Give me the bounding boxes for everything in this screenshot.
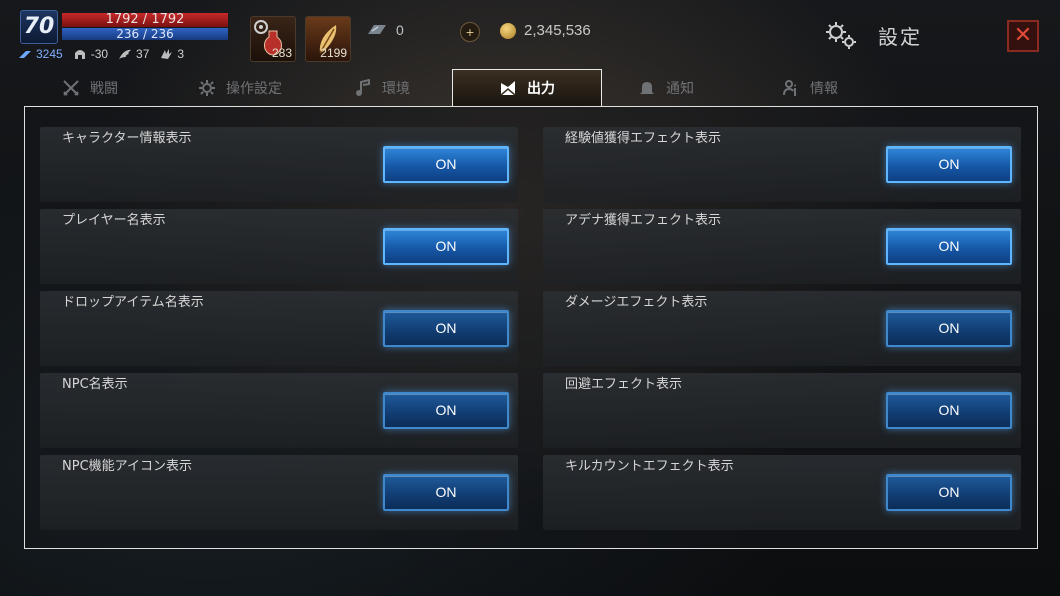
setting-label: アデナ獲得エフェクト表示	[565, 213, 722, 228]
potion-slot[interactable]: 283	[250, 16, 296, 62]
stat-speed: 3245	[18, 47, 63, 61]
setting-label: 経験値獲得エフェクト表示	[565, 131, 722, 146]
wing-icon	[119, 49, 132, 59]
gem-currency: 0	[366, 22, 404, 38]
toggle-evade-effect[interactable]: ON	[886, 392, 1012, 429]
setting-label: NPC機能アイコン表示	[62, 459, 192, 474]
setting-row: プレイヤー名表示 ON	[40, 209, 518, 284]
gem-count: 0	[396, 22, 404, 38]
music-note-icon	[356, 79, 370, 96]
top-hud: 70 1792 / 1792 236 / 236 3245 -30 37 3 2…	[0, 0, 1060, 70]
toggle-npc-name[interactable]: ON	[383, 392, 509, 429]
gem-icon	[368, 25, 386, 34]
setting-row: NPC名表示 ON	[40, 373, 518, 448]
setting-label: ドロップアイテム名表示	[62, 295, 204, 310]
close-button[interactable]: ✕	[1007, 20, 1039, 52]
setting-row: NPC機能アイコン表示 ON	[40, 455, 518, 530]
feather-count: 2199	[320, 46, 347, 60]
tab-combat[interactable]: 戦闘	[62, 70, 118, 106]
toggle-player-name[interactable]: ON	[383, 228, 509, 265]
feather-slot[interactable]: 2199	[305, 16, 351, 62]
toggle-damage-effect[interactable]: ON	[886, 310, 1012, 347]
level-badge: 70	[20, 10, 58, 44]
tab-info[interactable]: 情報	[782, 70, 838, 106]
settings-column-left: キャラクター情報表示 ON プレイヤー名表示 ON ドロップアイテム名表示 ON…	[40, 127, 518, 537]
toggle-kill-count-effect[interactable]: ON	[886, 474, 1012, 511]
setting-label: プレイヤー名表示	[62, 213, 166, 228]
bell-icon	[640, 82, 654, 94]
setting-label: キャラクター情報表示	[62, 131, 192, 146]
hp-bar: 1792 / 1792	[62, 13, 228, 27]
toggle-character-info[interactable]: ON	[383, 146, 509, 183]
gold-currency: 2,345,536	[500, 22, 591, 39]
setting-row: 回避エフェクト表示 ON	[543, 373, 1021, 448]
output-settings-panel: キャラクター情報表示 ON プレイヤー名表示 ON ドロップアイテム名表示 ON…	[24, 106, 1038, 549]
setting-row: ドロップアイテム名表示 ON	[40, 291, 518, 366]
setting-label: NPC名表示	[62, 377, 128, 392]
stat-row: 3245 -30 37 3	[18, 47, 184, 61]
settings-tabs: 戦闘 操作設定 環境 出力 通知 情報	[24, 69, 1038, 106]
setting-label: 回避エフェクト表示	[565, 377, 683, 392]
setting-row: 経験値獲得エフェクト表示 ON	[543, 127, 1021, 202]
gear-icon	[199, 80, 215, 96]
add-currency-button[interactable]: +	[460, 22, 480, 42]
toggle-drop-item-name[interactable]: ON	[383, 310, 509, 347]
toggle-exp-effect[interactable]: ON	[886, 146, 1012, 183]
speed-icon	[19, 51, 31, 58]
toggle-adena-effect[interactable]: ON	[886, 228, 1012, 265]
tab-output[interactable]: 出力	[452, 69, 602, 106]
setting-row: ダメージエフェクト表示 ON	[543, 291, 1021, 366]
tab-controls[interactable]: 操作設定	[198, 70, 282, 106]
coin-icon	[500, 22, 516, 39]
stat-claw: 3	[159, 47, 184, 61]
stat-wing: 37	[118, 47, 149, 61]
swords-icon	[63, 80, 79, 96]
stat-defense: -30	[73, 47, 108, 61]
tab-environment[interactable]: 環境	[354, 70, 410, 106]
gold-amount: 2,345,536	[524, 22, 591, 39]
page-title: 設定	[878, 24, 922, 49]
setting-label: ダメージエフェクト表示	[565, 295, 708, 310]
settings-column-right: 経験値獲得エフェクト表示 ON アデナ獲得エフェクト表示 ON ダメージエフェク…	[543, 127, 1021, 537]
claw-icon	[161, 49, 173, 59]
setting-row: キャラクター情報表示 ON	[40, 127, 518, 202]
toggle-npc-function-icon[interactable]: ON	[383, 474, 509, 511]
gear-icon	[826, 22, 856, 49]
output-icon	[500, 81, 516, 96]
tab-notifications[interactable]: 通知	[638, 70, 694, 106]
potion-count: 283	[271, 46, 292, 60]
setting-label: キルカウントエフェクト表示	[565, 459, 734, 474]
helmet-icon	[74, 50, 85, 59]
settings-title: 設定	[824, 20, 922, 50]
setting-row: キルカウントエフェクト表示 ON	[543, 455, 1021, 530]
user-info-icon	[783, 80, 796, 96]
mp-bar: 236 / 236	[62, 28, 228, 40]
setting-row: アデナ獲得エフェクト表示 ON	[543, 209, 1021, 284]
